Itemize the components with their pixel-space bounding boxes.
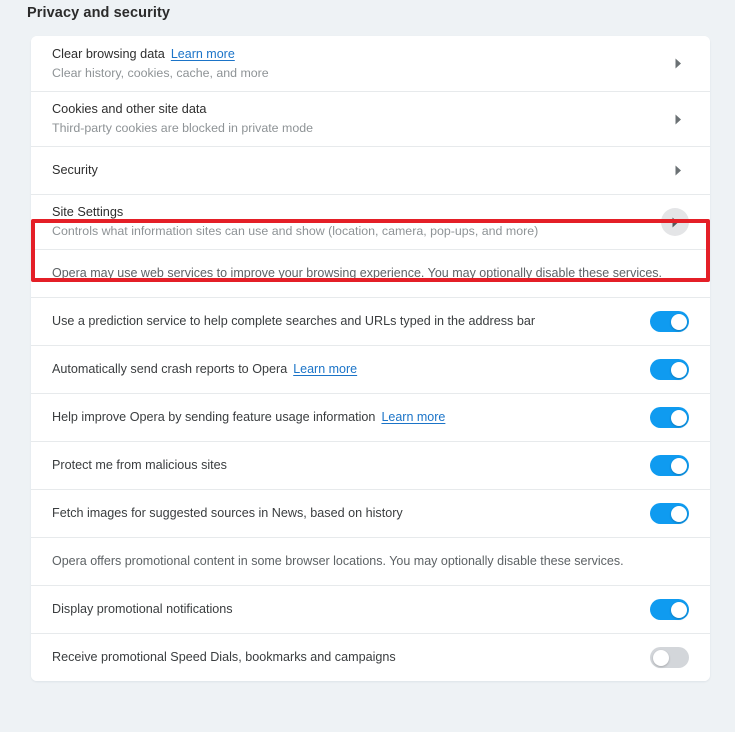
settings-row-cookies-and-other-site-data[interactable]: Cookies and other site data Third-party … [31, 91, 710, 146]
toggle-switch-fetch-images-news[interactable] [650, 503, 689, 524]
toggle-label-text: Fetch images for suggested sources in Ne… [52, 506, 403, 520]
row-primary-line: Cookies and other site data [52, 101, 667, 118]
chevron-right-icon[interactable] [667, 160, 689, 182]
toggle-label: Use a prediction service to help complet… [52, 313, 650, 330]
toggle-label-text: Display promotional notifications [52, 602, 233, 616]
toggle-row-prediction-service[interactable]: Use a prediction service to help complet… [31, 297, 710, 345]
toggle-knob [670, 457, 687, 474]
row-title: Cookies and other site data [52, 102, 207, 116]
privacy-settings-card: Clear browsing data Learn more Clear hist… [31, 36, 710, 681]
toggle-label: Help improve Opera by sending feature us… [52, 409, 650, 426]
toggle-switch-feature-usage[interactable] [650, 407, 689, 428]
row-text: Site Settings Controls what information … [52, 204, 661, 240]
row-text: Protect me from malicious sites [52, 457, 650, 474]
row-subtitle: Third-party cookies are blocked in priva… [52, 121, 314, 135]
settings-row-site-settings[interactable]: Site Settings Controls what information … [31, 194, 710, 249]
toggle-knob [670, 505, 687, 522]
row-text: Security [52, 162, 667, 179]
settings-row-clear-browsing-data[interactable]: Clear browsing data Learn more Clear hist… [31, 36, 710, 91]
toggle-row-fetch-images-news[interactable]: Fetch images for suggested sources in Ne… [31, 489, 710, 537]
toggle-label: Automatically send crash reports to Oper… [52, 361, 650, 378]
row-text: Display promotional notifications [52, 601, 650, 618]
toggle-row-promotional-speed-dials[interactable]: Receive promotional Speed Dials, bookmar… [31, 633, 710, 681]
row-primary-line: Clear browsing data Learn more [52, 46, 667, 63]
toggle-row-malicious-sites[interactable]: Protect me from malicious sites [31, 441, 710, 489]
settings-page: Privacy and security Clear browsing data… [0, 0, 735, 732]
toggle-label-text: Receive promotional Speed Dials, bookmar… [52, 650, 396, 664]
toggle-label: Display promotional notifications [52, 601, 650, 618]
toggle-label: Fetch images for suggested sources in Ne… [52, 505, 650, 522]
row-primary-line: Security [52, 162, 667, 179]
learn-more-link[interactable]: Learn more [381, 410, 445, 424]
toggle-label: Protect me from malicious sites [52, 457, 650, 474]
row-text: Receive promotional Speed Dials, bookmar… [52, 649, 650, 666]
settings-row-security[interactable]: Security [31, 146, 710, 194]
row-text: Cookies and other site data Third-party … [52, 101, 667, 137]
row-text: Clear browsing data Learn more Clear hist… [52, 46, 667, 82]
row-text: Use a prediction service to help complet… [52, 313, 650, 330]
toggle-row-feature-usage[interactable]: Help improve Opera by sending feature us… [31, 393, 710, 441]
toggle-label-text: Help improve Opera by sending feature us… [52, 410, 376, 424]
toggle-knob [670, 409, 687, 426]
promotional-note: Opera offers promotional content in some… [52, 554, 624, 568]
learn-more-link[interactable]: Learn more [293, 362, 357, 376]
toggle-switch-promotional-notifications[interactable] [650, 599, 689, 620]
promotional-note-row: Opera offers promotional content in some… [31, 537, 710, 585]
toggle-row-promotional-notifications[interactable]: Display promotional notifications [31, 585, 710, 633]
row-text: Help improve Opera by sending feature us… [52, 409, 650, 426]
toggle-knob [670, 313, 687, 330]
chevron-right-circle-icon[interactable] [661, 208, 689, 236]
learn-more-link[interactable]: Learn more [171, 47, 235, 61]
toggle-label-text: Use a prediction service to help complet… [52, 314, 536, 328]
toggle-switch-crash-reports[interactable] [650, 359, 689, 380]
toggle-knob [670, 361, 687, 378]
web-services-note-row: Opera may use web services to improve yo… [31, 249, 710, 297]
toggle-knob [652, 649, 669, 666]
row-subtitle: Clear history, cookies, cache, and more [52, 65, 269, 80]
toggle-label-text: Automatically send crash reports to Oper… [52, 362, 288, 376]
row-title: Security [52, 163, 98, 177]
row-text: Fetch images for suggested sources in Ne… [52, 505, 650, 522]
toggle-row-crash-reports[interactable]: Automatically send crash reports to Oper… [31, 345, 710, 393]
page-title: Privacy and security [27, 5, 171, 21]
toggle-knob [670, 601, 687, 618]
row-text: Automatically send crash reports to Oper… [52, 361, 650, 378]
toggle-switch-promotional-speed-dials[interactable] [650, 647, 689, 668]
row-primary-line: Site Settings [52, 204, 661, 221]
toggle-switch-malicious-sites[interactable] [650, 455, 689, 476]
toggle-switch-prediction-service[interactable] [650, 311, 689, 332]
row-title: Site Settings [52, 205, 124, 219]
chevron-right-icon[interactable] [667, 108, 689, 130]
row-title: Clear browsing data [52, 46, 165, 61]
chevron-right-icon[interactable] [667, 53, 689, 75]
toggle-label-text: Protect me from malicious sites [52, 458, 227, 472]
row-subtitle: Controls what information sites can use … [52, 224, 539, 238]
toggle-label: Receive promotional Speed Dials, bookmar… [52, 649, 650, 666]
web-services-note: Opera may use web services to improve yo… [52, 266, 663, 280]
